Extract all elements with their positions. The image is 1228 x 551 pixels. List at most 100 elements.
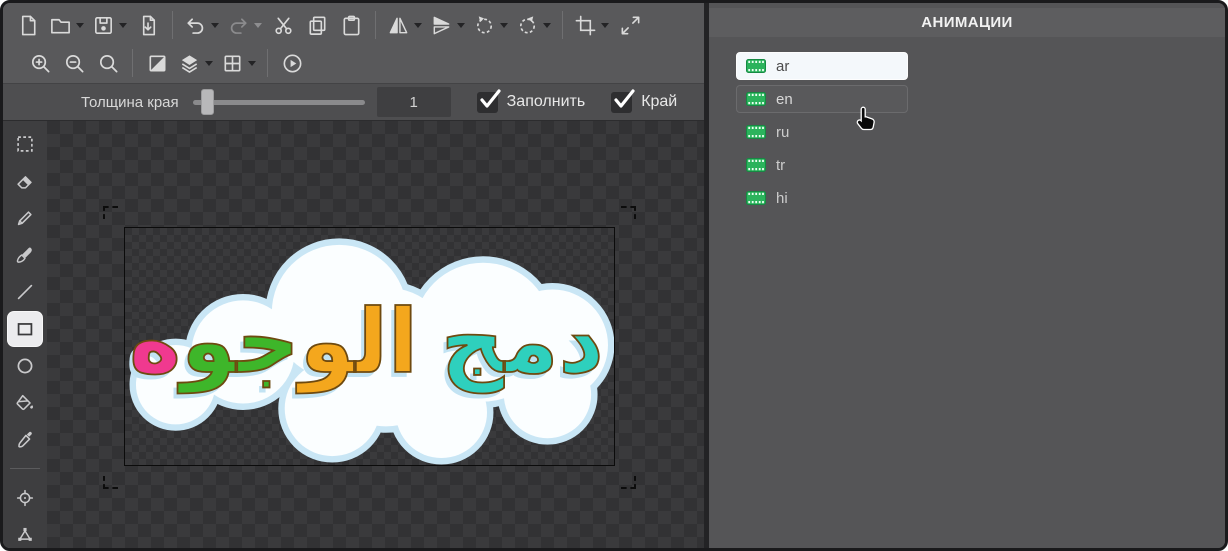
checkbox-box[interactable] bbox=[611, 92, 632, 113]
new-file-icon bbox=[17, 14, 40, 37]
paste-icon bbox=[340, 14, 363, 37]
tool-color-picker[interactable] bbox=[8, 423, 42, 457]
edge-thickness-value[interactable]: 1 bbox=[377, 87, 451, 117]
animation-item-ar[interactable]: ar bbox=[736, 52, 908, 80]
undo-icon bbox=[184, 14, 207, 37]
layers-icon bbox=[178, 52, 201, 75]
redo-button[interactable] bbox=[225, 9, 264, 41]
checkmark-icon bbox=[478, 87, 502, 111]
resize-button[interactable] bbox=[615, 9, 645, 41]
import-file-icon bbox=[137, 14, 160, 37]
fill-icon bbox=[14, 391, 36, 415]
redo-dropdown-caret[interactable] bbox=[254, 23, 262, 28]
flip-vertical-button[interactable] bbox=[428, 9, 467, 41]
flip-horizontal-dropdown-caret[interactable] bbox=[414, 23, 422, 28]
toolbar-separator bbox=[562, 11, 563, 39]
tool-fill[interactable] bbox=[8, 386, 42, 420]
new-file-button[interactable] bbox=[13, 9, 43, 41]
animation-item-en[interactable]: en bbox=[736, 85, 908, 113]
tool-select[interactable] bbox=[8, 127, 42, 161]
tool-rectangle[interactable] bbox=[8, 312, 42, 346]
toolbar-separator bbox=[132, 49, 133, 77]
animation-item-tr[interactable]: tr bbox=[736, 151, 908, 179]
paste-button[interactable] bbox=[336, 9, 366, 41]
line-icon bbox=[14, 280, 36, 304]
app-window: Толщина края 1 Заполнить Край bbox=[0, 0, 1228, 551]
tool-nodes[interactable] bbox=[8, 518, 42, 551]
grid-icon bbox=[221, 52, 244, 75]
flip-vertical-dropdown-caret[interactable] bbox=[457, 23, 465, 28]
invert-button[interactable] bbox=[142, 47, 172, 79]
animation-item-hi[interactable]: hi bbox=[736, 184, 908, 212]
save-button[interactable] bbox=[90, 9, 129, 41]
zoom-in-button[interactable] bbox=[25, 47, 55, 79]
rotate-ccw-dropdown-caret[interactable] bbox=[500, 23, 508, 28]
pencil-icon bbox=[14, 206, 36, 230]
zoom-out-icon bbox=[63, 52, 86, 75]
zoom-button[interactable] bbox=[93, 47, 123, 79]
rectangle-icon bbox=[14, 317, 36, 341]
grid-dropdown-caret[interactable] bbox=[248, 61, 256, 66]
toolbar-separator bbox=[375, 11, 376, 39]
undo-dropdown-caret[interactable] bbox=[211, 23, 219, 28]
selection-rect[interactable]: دمج الوجوه bbox=[124, 227, 615, 466]
rotate-ccw-button[interactable] bbox=[471, 9, 510, 41]
eraser-icon bbox=[14, 169, 36, 193]
tool-ellipse[interactable] bbox=[8, 349, 42, 383]
tool-eraser[interactable] bbox=[8, 164, 42, 198]
ellipse-icon bbox=[14, 354, 36, 378]
rotate-cw-icon bbox=[516, 14, 539, 37]
checkbox-label: Заполнить bbox=[507, 93, 586, 111]
edge-thickness-slider[interactable] bbox=[193, 89, 365, 115]
grid-button[interactable] bbox=[219, 47, 258, 79]
zoom-out-button[interactable] bbox=[59, 47, 89, 79]
animation-list: ar en ru tr hi bbox=[736, 52, 908, 217]
play-button[interactable] bbox=[277, 47, 307, 79]
animation-item-label: en bbox=[776, 91, 793, 108]
film-icon bbox=[746, 59, 766, 73]
edge-thickness-label: Толщина края bbox=[81, 94, 179, 111]
undo-button[interactable] bbox=[182, 9, 221, 41]
canvas[interactable]: دمج الوجوه bbox=[47, 121, 704, 548]
slider-track[interactable] bbox=[193, 100, 365, 105]
toolbar-row-2 bbox=[3, 44, 704, 82]
tool-crosshair[interactable] bbox=[8, 481, 42, 515]
zoom-in-icon bbox=[29, 52, 52, 75]
tool-line[interactable] bbox=[8, 275, 42, 309]
main-toolbar bbox=[3, 3, 704, 83]
copy-button[interactable] bbox=[302, 9, 332, 41]
save-dropdown-caret[interactable] bbox=[119, 23, 127, 28]
save-icon bbox=[92, 14, 115, 37]
checkbox-fill[interactable]: Заполнить bbox=[477, 92, 586, 113]
layers-dropdown-caret[interactable] bbox=[205, 61, 213, 66]
flip-horizontal-button[interactable] bbox=[385, 9, 424, 41]
open-folder-button[interactable] bbox=[47, 9, 86, 41]
import-file-button[interactable] bbox=[133, 9, 163, 41]
palette-separator bbox=[10, 468, 40, 469]
selection-corner-marker-tl[interactable] bbox=[103, 206, 118, 219]
tool-pencil[interactable] bbox=[8, 201, 42, 235]
animations-panel-header: АНИМАЦИИ bbox=[709, 8, 1225, 37]
workarea: دمج الوجوه bbox=[3, 121, 704, 548]
open-folder-dropdown-caret[interactable] bbox=[76, 23, 84, 28]
tool-brush[interactable] bbox=[8, 238, 42, 272]
animations-panel: АНИМАЦИИ ar en ru tr hi bbox=[709, 3, 1225, 548]
zoom-icon bbox=[97, 52, 120, 75]
logo-segment: جو bbox=[181, 290, 300, 393]
layers-button[interactable] bbox=[176, 47, 215, 79]
cut-button[interactable] bbox=[268, 9, 298, 41]
tool-palette bbox=[3, 121, 47, 548]
selection-corner-marker-br[interactable] bbox=[621, 476, 636, 489]
rotate-cw-dropdown-caret[interactable] bbox=[543, 23, 551, 28]
crop-dropdown-caret[interactable] bbox=[601, 23, 609, 28]
checkbox-box[interactable] bbox=[477, 92, 498, 113]
selection-corner-marker-tr[interactable] bbox=[621, 206, 636, 219]
checkbox-edge[interactable]: Край bbox=[611, 92, 677, 113]
rotate-cw-button[interactable] bbox=[514, 9, 553, 41]
toolbar-separator bbox=[172, 11, 173, 39]
crop-button[interactable] bbox=[572, 9, 611, 41]
animation-item-ru[interactable]: ru bbox=[736, 118, 908, 146]
animations-panel-title: АНИМАЦИИ bbox=[921, 14, 1013, 31]
slider-thumb[interactable] bbox=[201, 89, 214, 115]
selection-corner-marker-bl[interactable] bbox=[103, 476, 118, 489]
